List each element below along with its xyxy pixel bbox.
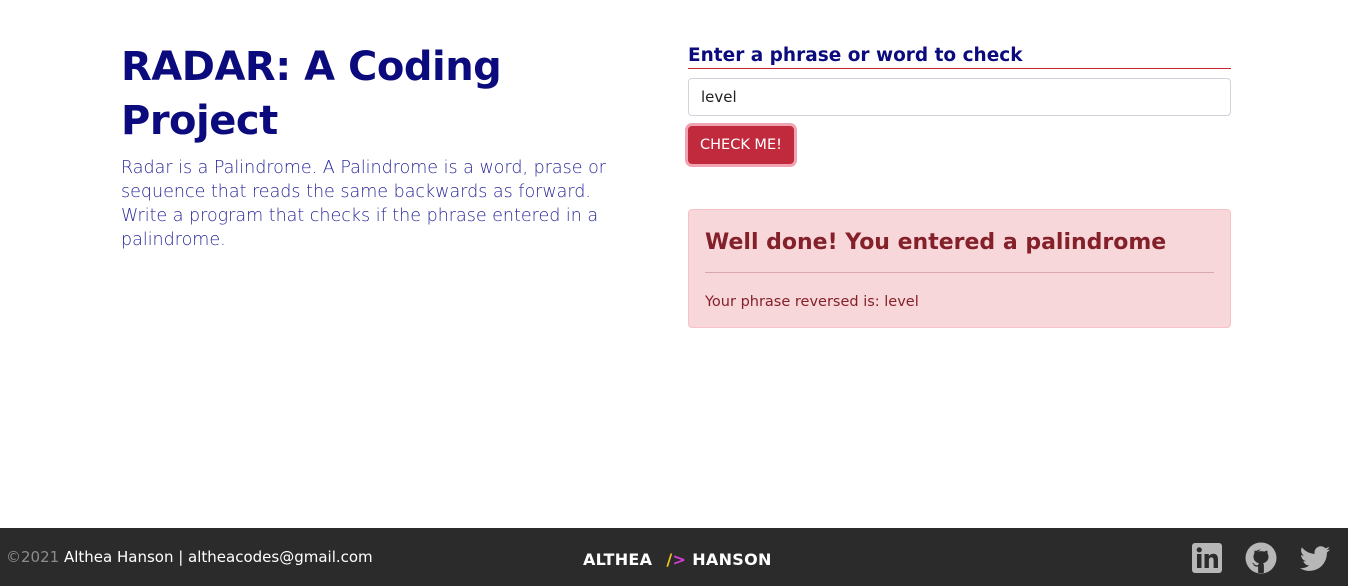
brand-first-name: ALTHEA	[583, 550, 653, 569]
github-icon[interactable]	[1245, 542, 1277, 574]
brand-gt: >	[672, 550, 687, 569]
author-contact[interactable]: Althea Hanson | altheacodes@gmail.com	[64, 548, 373, 566]
footer-brand-logo[interactable]: ALTHEA /> HANSON	[583, 550, 772, 570]
result-alert: Well done! You entered a palindrome Your…	[688, 209, 1231, 328]
footer: ©2021 Althea Hanson | altheacodes@gmail.…	[0, 528, 1348, 586]
check-me-button[interactable]: CHECK ME!	[688, 126, 794, 164]
alert-heading: Well done! You entered a palindrome	[705, 210, 1214, 258]
input-label: Enter a phrase or word to check	[688, 44, 1231, 69]
project-description: Radar is a Palindrome. A Palindrome is a…	[121, 158, 606, 250]
page-title: RADAR: A Coding Project	[121, 44, 502, 144]
alert-heading-text: Well done! You entered a palindrome	[705, 230, 1167, 255]
page: RADAR: A Coding Project Radar is a Palin…	[0, 0, 1348, 586]
intro-section: RADAR: A Coding Project Radar is a Palin…	[121, 40, 641, 252]
footer-credits: ©2021 Althea Hanson | altheacodes@gmail.…	[6, 547, 373, 567]
twitter-icon[interactable]	[1299, 542, 1331, 574]
brand-slash: /	[666, 550, 673, 569]
brand-last-name: HANSON	[692, 550, 772, 569]
palindrome-form: Enter a phrase or word to check CHECK ME…	[688, 44, 1231, 164]
alert-divider	[705, 272, 1214, 273]
copyright-year: ©2021	[6, 548, 60, 566]
phrase-input[interactable]	[688, 78, 1231, 116]
social-links	[1191, 542, 1331, 574]
linkedin-icon[interactable]	[1191, 542, 1223, 574]
reversed-phrase-text: Your phrase reversed is: level	[705, 294, 919, 310]
